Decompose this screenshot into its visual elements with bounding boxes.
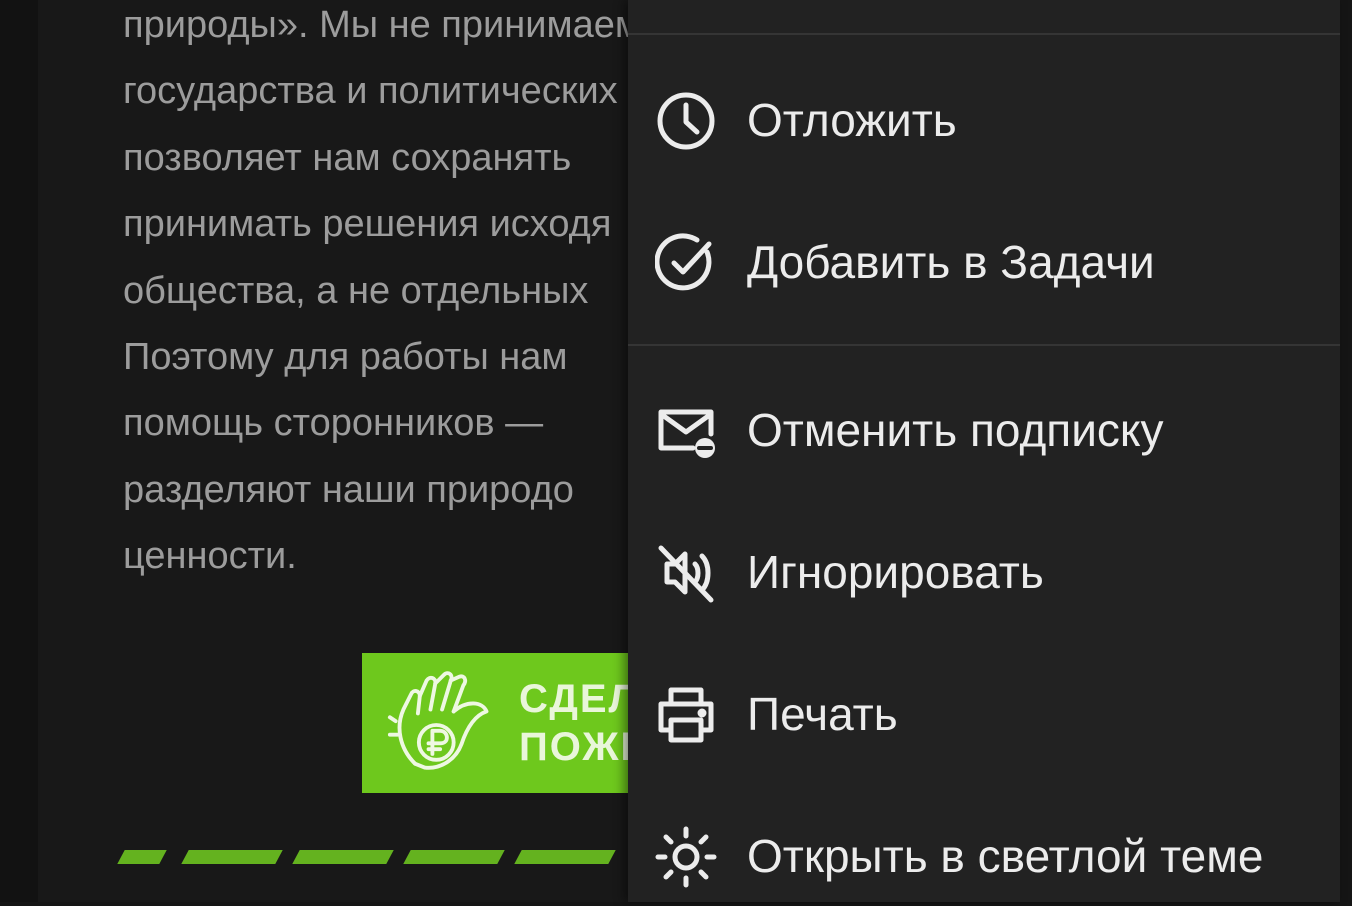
printer-icon <box>658 687 714 743</box>
hand-coin-icon <box>387 671 489 770</box>
clock-icon <box>657 92 715 150</box>
divider-dash <box>403 850 505 864</box>
left-margin <box>0 0 38 902</box>
menu-item-label: Игнорировать <box>747 546 1044 598</box>
check-circle-icon <box>655 233 712 291</box>
donate-label-line1: СДЕЛАТЬ <box>519 677 638 721</box>
menu-item-label: Открыть в светлой теме <box>747 830 1264 882</box>
divider-dash <box>181 850 283 864</box>
email-paragraph: природы». Мы не принимаем государства и … <box>123 0 638 590</box>
paragraph-line: помощь сторонников — <box>123 402 544 445</box>
menu-item-snooze[interactable]: Отложить <box>628 70 1340 170</box>
donate-button[interactable]: СДЕЛАТЬ ПОЖЕРТВОВАНИЕ <box>362 653 638 793</box>
sun-icon <box>655 826 717 888</box>
mute-icon <box>658 545 714 603</box>
email-body: природы». Мы не принимаем государства и … <box>38 0 638 902</box>
menu-item-unsubscribe[interactable]: Отменить подписку <box>628 380 1340 480</box>
menu-item-ignore[interactable]: Игнорировать <box>628 522 1340 622</box>
menu-item-light-theme[interactable]: Открыть в светлой теме <box>628 806 1340 906</box>
donate-button-label: СДЕЛАТЬ ПОЖЕРТВОВАНИЕ <box>519 675 638 771</box>
paragraph-line: общества, а не отдельных <box>123 269 589 312</box>
menu-item-label: Отменить подписку <box>747 404 1164 456</box>
context-menu: Отложить Добавить в Задачи Отменить подп… <box>628 0 1340 902</box>
menu-item-add-to-tasks[interactable]: Добавить в Задачи <box>628 212 1340 312</box>
divider-dash <box>117 850 167 864</box>
paragraph-line: государства и политических <box>123 70 618 113</box>
divider-dash <box>292 850 394 864</box>
mail-minus-icon <box>658 409 715 458</box>
menu-item-print[interactable]: Печать <box>628 664 1340 764</box>
menu-separator <box>628 344 1340 346</box>
paragraph-line: ценности. <box>123 535 297 578</box>
paragraph-line: Поэтому для работы нам <box>123 335 568 378</box>
paragraph-line: разделяют наши природо <box>123 468 574 511</box>
menu-item-label: Отложить <box>747 94 957 146</box>
donate-label-line2: ПОЖЕРТВОВАНИЕ <box>519 725 638 769</box>
paragraph-line: позволяет нам сохранять <box>123 136 572 179</box>
menu-separator <box>628 33 1340 35</box>
dashed-divider <box>117 850 638 870</box>
paragraph-line: природы». Мы не принимаем <box>123 4 638 46</box>
divider-dash <box>514 850 616 864</box>
menu-item-label: Добавить в Задачи <box>747 236 1155 288</box>
menu-item-label: Печать <box>747 688 898 740</box>
paragraph-line: принимать решения исходя <box>123 203 612 246</box>
